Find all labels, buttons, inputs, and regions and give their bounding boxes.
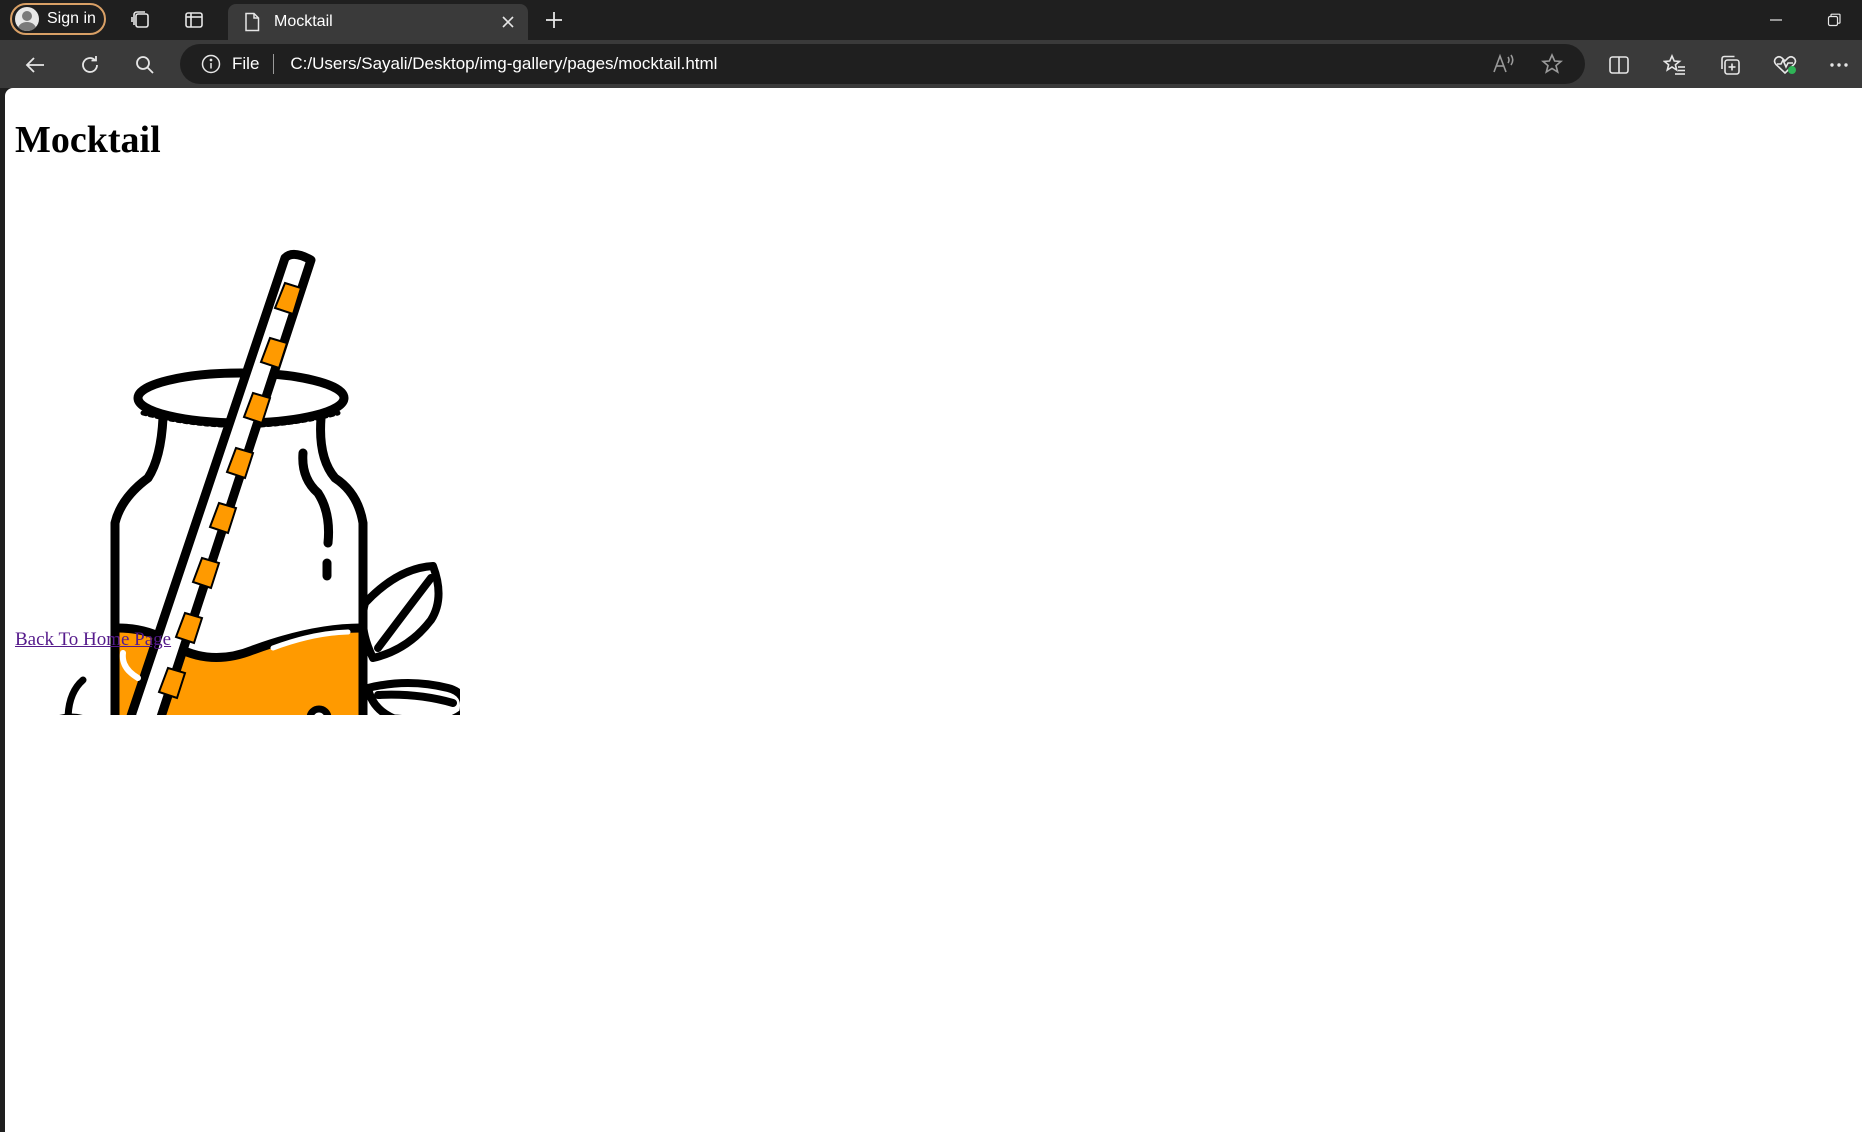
browser-essentials-icon[interactable] [1770, 50, 1800, 80]
vertical-tabs-icon[interactable] [180, 6, 208, 34]
favorite-star-icon[interactable] [1537, 49, 1567, 79]
page-icon [245, 12, 260, 32]
site-info-icon[interactable] [200, 53, 222, 75]
address-url[interactable]: C:/Users/Sayali/Desktop/img-gallery/page… [290, 54, 1489, 74]
page-title: Mocktail [15, 119, 161, 161]
back-arrow-icon[interactable] [20, 50, 50, 80]
close-tab-icon[interactable] [494, 8, 522, 36]
page-viewport: Mocktail Back To Home Page [5, 88, 1862, 1132]
search-icon[interactable] [130, 50, 160, 80]
favorites-icon[interactable] [1660, 50, 1690, 80]
back-to-home-link[interactable]: Back To Home Page [15, 629, 171, 651]
tab-mocktail[interactable]: Mocktail [228, 4, 528, 40]
browser-toolbar: File C:/Users/Sayali/Desktop/img-gallery… [0, 40, 1862, 88]
refresh-icon[interactable] [75, 50, 105, 80]
split-screen-icon[interactable] [1604, 50, 1634, 80]
minimize-icon[interactable] [1762, 6, 1790, 34]
tab-strip: Sign in Mocktail [0, 0, 1862, 40]
new-tab-icon[interactable] [540, 6, 568, 34]
restore-icon[interactable] [1820, 6, 1848, 34]
profile-avatar-icon [15, 7, 39, 31]
address-scheme-label[interactable]: File [232, 54, 259, 74]
settings-more-icon[interactable] [1824, 50, 1854, 80]
workspaces-icon[interactable] [126, 6, 154, 34]
profile-sign-in-label: Sign in [47, 10, 96, 27]
profile-sign-in-button[interactable]: Sign in [10, 3, 106, 35]
read-aloud-icon[interactable] [1489, 49, 1519, 79]
collections-icon[interactable] [1715, 50, 1745, 80]
address-separator [273, 54, 275, 74]
tab-title: Mocktail [274, 13, 333, 30]
address-bar[interactable]: File C:/Users/Sayali/Desktop/img-gallery… [180, 44, 1585, 84]
